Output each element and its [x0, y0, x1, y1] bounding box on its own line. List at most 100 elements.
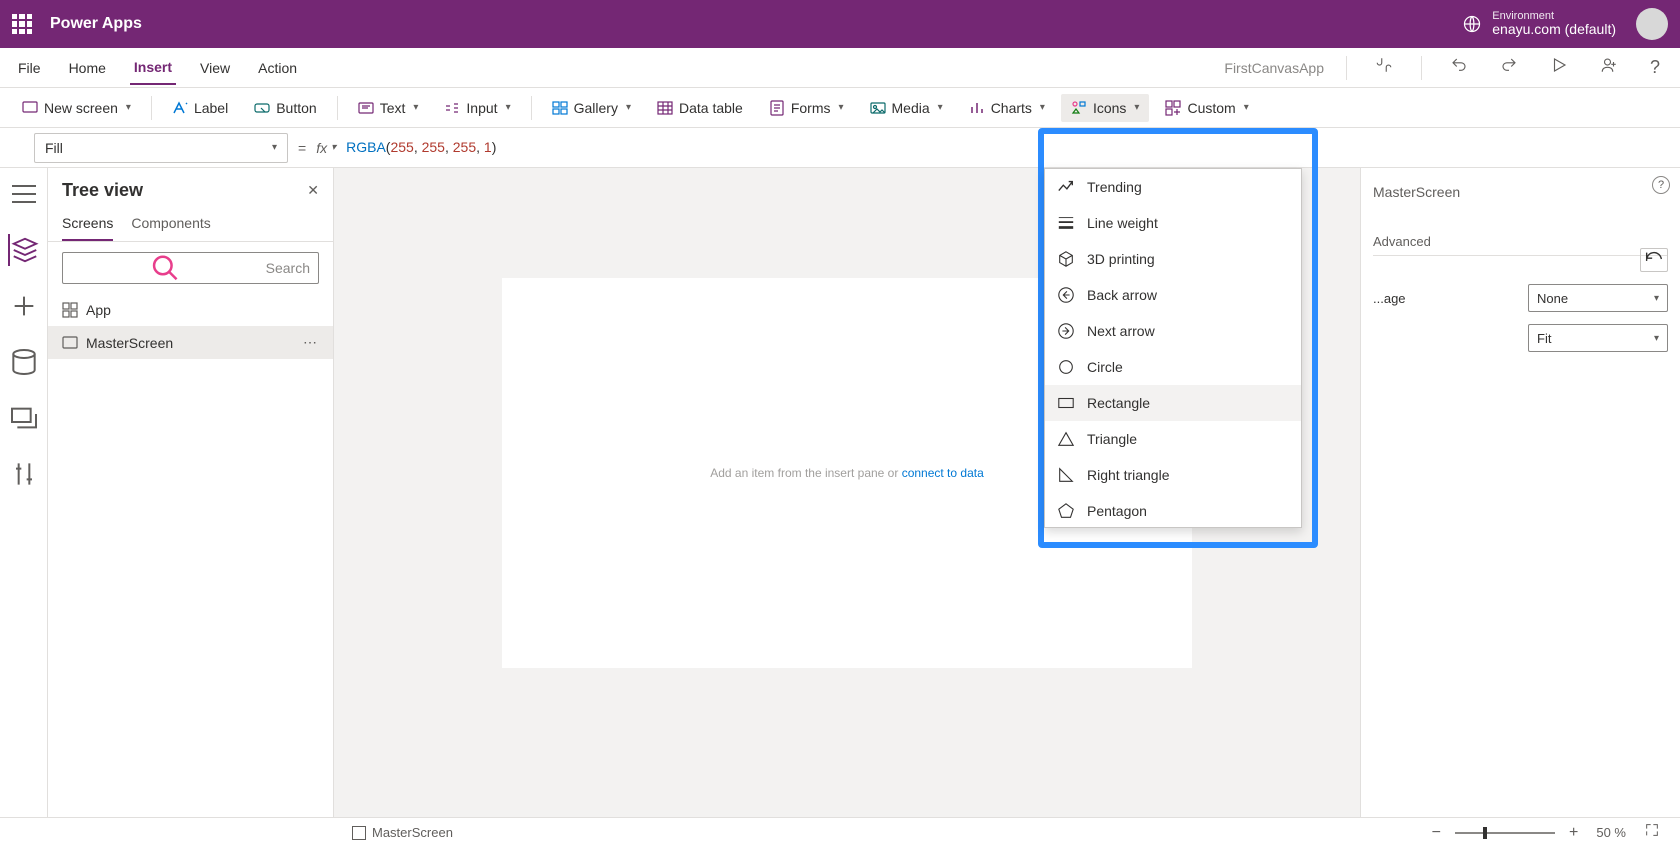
- custom-button[interactable]: Custom ▾: [1155, 94, 1258, 122]
- dropdown-item-rectangle[interactable]: Rectangle: [1045, 385, 1301, 421]
- charts-button[interactable]: Charts ▾: [959, 94, 1055, 122]
- redo-button[interactable]: [1494, 52, 1524, 83]
- tree-item-masterscreen[interactable]: MasterScreen ⋯: [48, 326, 333, 359]
- tab-advanced[interactable]: Advanced: [1373, 228, 1431, 255]
- zoom-in-button[interactable]: +: [1561, 824, 1586, 842]
- dropdown-item-label: Circle: [1087, 359, 1123, 375]
- text-button[interactable]: Text ▾: [348, 94, 429, 122]
- canvas-area: Add an item from the insert pane or conn…: [334, 168, 1360, 817]
- zoom-slider[interactable]: [1455, 831, 1555, 835]
- icons-icon: [1071, 100, 1087, 116]
- dropdown-item-circle[interactable]: Circle: [1045, 349, 1301, 385]
- app-icon: [62, 302, 78, 318]
- selection-name: MasterScreen: [1373, 180, 1668, 200]
- screen-icon: [62, 335, 78, 351]
- zoom-percent: 50 %: [1596, 825, 1626, 840]
- insert-ribbon: New screen ▾ Label Button Text ▾ Input ▾…: [0, 88, 1680, 128]
- dropdown-item-nextarrow[interactable]: Next arrow: [1045, 313, 1301, 349]
- fit-to-window-button[interactable]: [1636, 822, 1668, 843]
- new-screen-button[interactable]: New screen ▾: [12, 94, 141, 122]
- environment-value: enayu.com (default): [1492, 22, 1616, 37]
- dropdown-item-righttriangle[interactable]: Right triangle: [1045, 457, 1301, 493]
- tree-view-button[interactable]: [8, 234, 40, 266]
- menu-file[interactable]: File: [14, 52, 45, 84]
- chevron-down-icon: ▾: [1654, 293, 1659, 304]
- button-icon: [254, 100, 270, 116]
- tree-search-input[interactable]: Search: [62, 252, 319, 284]
- datatable-button[interactable]: Data table: [647, 94, 753, 122]
- chevron-down-icon: ▾: [272, 142, 277, 153]
- tree-view-title: Tree view: [62, 180, 143, 201]
- input-button[interactable]: Input ▾: [434, 94, 520, 122]
- media-button[interactable]: Media ▾: [860, 94, 953, 122]
- properties-panel: ? MasterScreen Advanced ...age None ▾ Fi…: [1360, 168, 1680, 817]
- trending-icon: [1057, 178, 1075, 196]
- user-avatar[interactable]: [1636, 8, 1668, 40]
- backarrow-icon: [1057, 286, 1075, 304]
- menu-insert[interactable]: Insert: [130, 51, 176, 85]
- label-button[interactable]: Label: [162, 94, 238, 122]
- equals-sign: =: [298, 140, 306, 156]
- tree-item-label: MasterScreen: [86, 335, 173, 351]
- media-label: Media: [892, 100, 930, 116]
- charts-icon: [969, 100, 985, 116]
- lineweight-icon: [1057, 214, 1075, 232]
- insert-pane-button[interactable]: [8, 290, 40, 322]
- help-button[interactable]: ?: [1644, 53, 1666, 82]
- media-pane-button[interactable]: [8, 402, 40, 434]
- datatable-label: Data table: [679, 100, 743, 116]
- tab-screens[interactable]: Screens: [62, 207, 113, 241]
- dropdown-item-label: Next arrow: [1087, 323, 1155, 339]
- circle-icon: [1057, 358, 1075, 376]
- app-checker-button[interactable]: [1369, 52, 1399, 83]
- gallery-button[interactable]: Gallery ▾: [542, 94, 641, 122]
- status-screen-name: MasterScreen: [372, 825, 453, 840]
- chevron-down-icon: ▾: [1134, 102, 1139, 113]
- menu-home[interactable]: Home: [65, 52, 110, 84]
- property-selector[interactable]: Fill ▾: [34, 133, 288, 163]
- tree-item-app[interactable]: App: [48, 294, 333, 326]
- custom-icon: [1165, 100, 1181, 116]
- formula-bar: Fill ▾ = fx ▾ RGBA(255, 255, 255, 1): [0, 128, 1680, 168]
- hamburger-button[interactable]: [8, 178, 40, 210]
- prop-bg-select[interactable]: None ▾: [1528, 284, 1668, 312]
- forms-button[interactable]: Forms ▾: [759, 94, 854, 122]
- button-button[interactable]: Button: [244, 94, 326, 122]
- play-button[interactable]: [1544, 52, 1574, 83]
- data-button[interactable]: [8, 346, 40, 378]
- dropdown-item-pentagon[interactable]: Pentagon: [1045, 493, 1301, 528]
- panel-help-button[interactable]: ?: [1652, 176, 1670, 194]
- dropdown-item-label: Triangle: [1087, 431, 1137, 447]
- chevron-down-icon: ▾: [838, 102, 843, 113]
- menu-action[interactable]: Action: [254, 52, 301, 84]
- dropdown-item-lineweight[interactable]: Line weight: [1045, 205, 1301, 241]
- dropdown-item-label: Line weight: [1087, 215, 1158, 231]
- share-button[interactable]: [1594, 52, 1624, 83]
- tab-components[interactable]: Components: [131, 207, 210, 241]
- gallery-icon: [552, 100, 568, 116]
- dropdown-item-label: 3D printing: [1087, 251, 1155, 267]
- fx-label[interactable]: fx ▾: [316, 140, 336, 156]
- icons-button[interactable]: Icons ▾: [1061, 94, 1150, 122]
- menu-view[interactable]: View: [196, 52, 234, 84]
- prop-background-image: ...age None ▾: [1373, 284, 1668, 312]
- advanced-tools-button[interactable]: [8, 458, 40, 490]
- property-name: Fill: [45, 140, 63, 156]
- undo-button[interactable]: [1444, 52, 1474, 83]
- formula-input[interactable]: RGBA(255, 255, 255, 1): [346, 139, 496, 156]
- connect-to-data-link[interactable]: connect to data: [902, 466, 984, 480]
- zoom-out-button[interactable]: −: [1424, 824, 1449, 842]
- refresh-button[interactable]: [1640, 248, 1668, 272]
- dropdown-item-backarrow[interactable]: Back arrow: [1045, 277, 1301, 313]
- environment-selector[interactable]: Environment enayu.com (default): [1492, 10, 1616, 37]
- close-panel-button[interactable]: ✕: [307, 182, 319, 199]
- prop-fit-select[interactable]: Fit ▾: [1528, 324, 1668, 352]
- dropdown-item-trending[interactable]: Trending: [1045, 169, 1301, 205]
- waffle-icon[interactable]: [12, 14, 32, 34]
- media-icon: [870, 100, 886, 116]
- dropdown-item-3dprinting[interactable]: 3D printing: [1045, 241, 1301, 277]
- dropdown-item-triangle[interactable]: Triangle: [1045, 421, 1301, 457]
- title-bar: Power Apps Environment enayu.com (defaul…: [0, 0, 1680, 48]
- menu-bar: File Home Insert View Action FirstCanvas…: [0, 48, 1680, 88]
- more-options-button[interactable]: ⋯: [303, 334, 319, 351]
